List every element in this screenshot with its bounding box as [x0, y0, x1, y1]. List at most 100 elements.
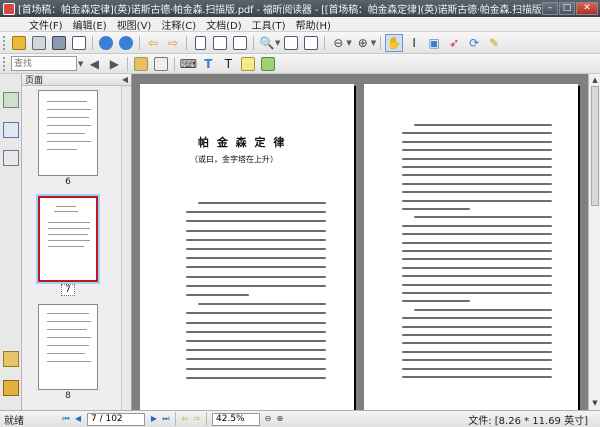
- two-page-icon[interactable]: [211, 34, 229, 52]
- document-view[interactable]: 帕 金 森 定 律 （或曰，金字塔在上升）: [132, 74, 588, 410]
- panel-header: 页面 ◀: [22, 74, 131, 86]
- typewriter-icon[interactable]: ⌨: [179, 55, 197, 73]
- zoom-level-input[interactable]: [212, 412, 260, 426]
- previous-page-button-icon[interactable]: ◀: [72, 413, 84, 425]
- collapse-panel-icon[interactable]: ◀: [122, 75, 128, 84]
- fit-width-icon[interactable]: [282, 34, 300, 52]
- menu-file[interactable]: 文件(F): [24, 17, 68, 32]
- menu-help[interactable]: 帮助(H): [291, 17, 336, 32]
- toolbar-grip[interactable]: [3, 35, 6, 50]
- attachment-icon[interactable]: [152, 55, 170, 73]
- menu-document[interactable]: 文档(D): [201, 17, 247, 32]
- text-line: [186, 220, 326, 223]
- menu-comment[interactable]: 注释(C): [156, 17, 201, 32]
- text-line: [402, 132, 552, 135]
- find-next-icon[interactable]: ▶: [105, 55, 123, 73]
- zoom-tool-icon[interactable]: 🔍: [258, 34, 276, 52]
- forward-arrow-icon[interactable]: ⇨: [164, 34, 182, 52]
- maximize-button[interactable]: □: [559, 2, 575, 15]
- next-page-button-icon[interactable]: ▶: [148, 413, 160, 425]
- toolbar-grip[interactable]: [3, 56, 6, 71]
- separator: [186, 35, 187, 50]
- thumbnail-text-line: [47, 133, 85, 134]
- single-page-icon[interactable]: [191, 34, 209, 52]
- last-page-icon[interactable]: [117, 34, 135, 52]
- rotate-icon[interactable]: ⟳: [465, 34, 483, 52]
- chevron-down-icon[interactable]: ▼: [78, 60, 83, 68]
- text-line: [402, 250, 552, 252]
- zoom-out-icon[interactable]: ⊖: [329, 34, 347, 52]
- actual-size-icon[interactable]: [302, 34, 320, 52]
- vertical-scrollbar[interactable]: ▲ ▼: [588, 74, 600, 410]
- stamp-icon[interactable]: [259, 55, 277, 73]
- menu-tools[interactable]: 工具(T): [247, 17, 291, 32]
- text-line: [402, 199, 552, 202]
- search-input[interactable]: [11, 56, 77, 71]
- thumbnail-text-line: [48, 246, 84, 247]
- text-line: [402, 241, 552, 244]
- text-line: [402, 359, 552, 362]
- pointer-icon[interactable]: ➶: [445, 34, 463, 52]
- text-tool-icon[interactable]: T: [199, 55, 217, 73]
- hand-tool-icon[interactable]: ✋: [385, 33, 404, 52]
- email-icon[interactable]: [70, 34, 88, 52]
- scroll-down-icon[interactable]: ▼: [590, 398, 600, 408]
- fit-page-icon[interactable]: [231, 34, 249, 52]
- note-icon[interactable]: [239, 55, 257, 73]
- find-previous-icon[interactable]: ◀: [85, 55, 103, 73]
- last-page-button-icon[interactable]: ⏭: [160, 413, 172, 425]
- layers-tab-icon[interactable]: [3, 150, 19, 166]
- left-page: 帕 金 森 定 律 （或曰，金字塔在上升）: [140, 84, 354, 410]
- pages-tab-icon[interactable]: [3, 122, 19, 138]
- text-line: [402, 174, 552, 177]
- open-folder-icon[interactable]: [10, 34, 28, 52]
- text-line: [402, 166, 552, 168]
- attachments-tab-icon[interactable]: [3, 380, 19, 396]
- page-number-input[interactable]: [87, 412, 145, 426]
- previous-view-icon[interactable]: ⇦: [179, 413, 191, 425]
- close-button[interactable]: ✕: [576, 2, 598, 15]
- first-page-icon[interactable]: [97, 34, 115, 52]
- thumbnail-text-line: [47, 149, 77, 150]
- chevron-down-icon[interactable]: ▼: [371, 39, 376, 47]
- scrollbar-thumb[interactable]: [591, 86, 599, 206]
- page-thumbnail-7[interactable]: [38, 196, 98, 282]
- select-text-icon[interactable]: I: [405, 34, 423, 52]
- next-view-icon[interactable]: ⇨: [191, 413, 203, 425]
- zoom-in-icon[interactable]: ⊕: [354, 34, 372, 52]
- text-line: [186, 275, 326, 278]
- bookmarks-tab-icon[interactable]: [3, 92, 19, 108]
- menu-edit[interactable]: 编辑(E): [68, 17, 112, 32]
- print-icon[interactable]: [50, 34, 68, 52]
- snapshot-icon[interactable]: ▣: [425, 34, 443, 52]
- chevron-down-icon[interactable]: ▼: [346, 39, 351, 47]
- highlight-icon[interactable]: ✎: [485, 34, 503, 52]
- save-icon[interactable]: [30, 34, 48, 52]
- zoom-out-status-icon[interactable]: ⊖: [262, 413, 274, 425]
- thumbnail-scrollbar[interactable]: [121, 86, 131, 410]
- text-line: [402, 157, 552, 160]
- scroll-up-icon[interactable]: ▲: [590, 75, 600, 85]
- textbox-icon[interactable]: T: [219, 55, 237, 73]
- chapter-title: 帕 金 森 定 律: [198, 136, 287, 149]
- chevron-down-icon[interactable]: ▼: [275, 39, 280, 47]
- text-line: [198, 202, 326, 204]
- page-thumbnail-8[interactable]: [38, 304, 98, 390]
- page-thumbnail-6[interactable]: [38, 90, 98, 176]
- app-icon[interactable]: [3, 2, 15, 15]
- window-controls: – □ ✕: [542, 2, 598, 15]
- comments-tab-icon[interactable]: [3, 351, 19, 367]
- menu-view[interactable]: 视图(V): [112, 17, 157, 32]
- thumbnail-text-line: [48, 240, 90, 241]
- zoom-in-status-icon[interactable]: ⊕: [274, 413, 286, 425]
- text-line: [402, 367, 552, 370]
- text-line: [402, 342, 552, 345]
- bookmark-icon[interactable]: [132, 55, 150, 73]
- back-arrow-icon[interactable]: ⇦: [144, 34, 162, 52]
- text-line: [186, 248, 326, 250]
- thumbnail-text-line: [47, 109, 91, 110]
- first-page-button-icon[interactable]: ⏮: [60, 413, 72, 425]
- text-line: [402, 233, 552, 236]
- text-line: [402, 258, 552, 261]
- minimize-button[interactable]: –: [542, 2, 558, 15]
